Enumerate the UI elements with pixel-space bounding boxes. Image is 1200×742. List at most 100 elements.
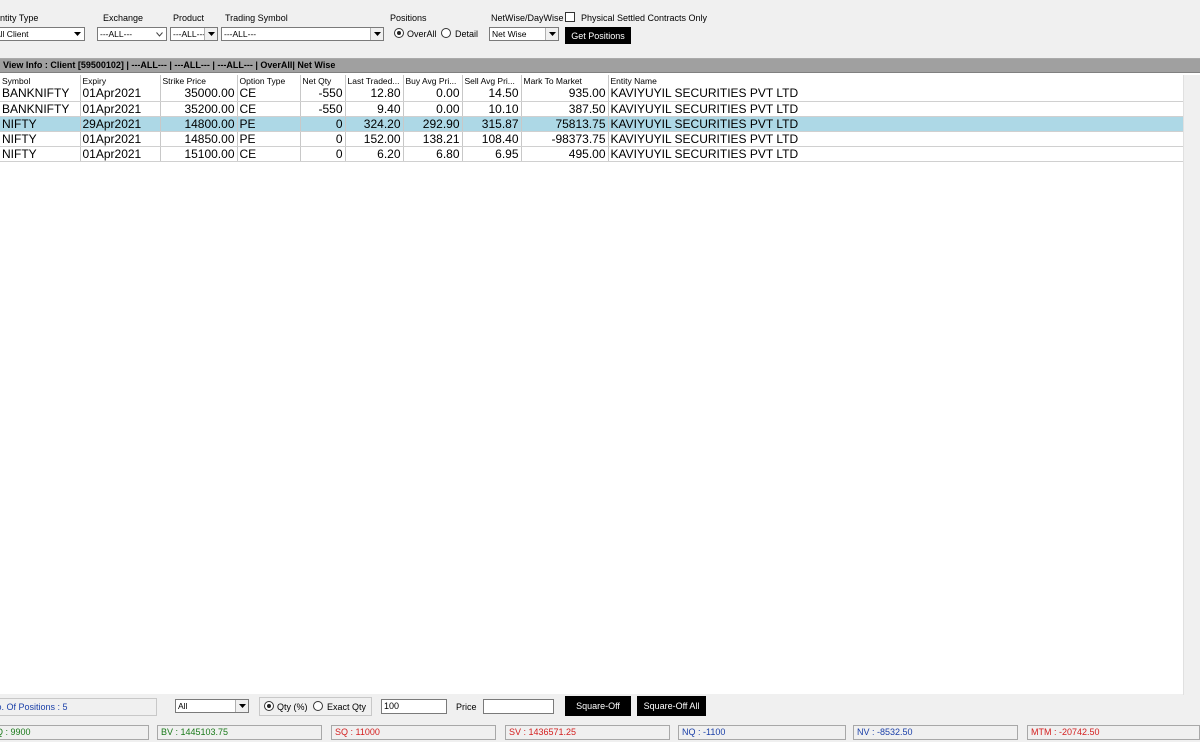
cell-sell-avg: 108.40 bbox=[462, 131, 522, 147]
col-header-option-type[interactable]: Option Type bbox=[237, 75, 301, 86]
cell-strike-price: 35200.00 bbox=[160, 101, 238, 117]
col-header-symbol[interactable]: Symbol bbox=[0, 75, 81, 86]
chevron-down-icon bbox=[153, 28, 166, 40]
cell-buy-avg: 0.00 bbox=[403, 86, 463, 102]
positions-count: No. Of Positions : 5 bbox=[0, 698, 157, 716]
trading-symbol-select[interactable]: ---ALL--- bbox=[221, 27, 384, 41]
cell-mtm: 495.00 bbox=[521, 146, 609, 162]
cell-entity-name: KAVIYUYIL SECURITIES PVT LTD bbox=[608, 86, 1184, 102]
price-input[interactable] bbox=[483, 699, 554, 714]
status-mtm: MTM : -20742.50 bbox=[1027, 725, 1200, 740]
detail-radio-label: Detail bbox=[455, 29, 479, 39]
cell-symbol: BANKNIFTY bbox=[0, 101, 81, 117]
cell-entity-name: KAVIYUYIL SECURITIES PVT LTD bbox=[608, 101, 1184, 117]
cell-expiry: 01Apr2021 bbox=[80, 131, 161, 147]
qty-input[interactable]: 100 bbox=[381, 699, 447, 714]
cell-sell-avg: 14.50 bbox=[462, 86, 522, 102]
overall-radio[interactable] bbox=[394, 28, 404, 38]
col-header-net-qty[interactable]: Net Qty bbox=[300, 75, 346, 86]
cell-buy-avg: 0.00 bbox=[403, 101, 463, 117]
entity-type-label: Entity Type bbox=[0, 13, 39, 23]
status-sq: SQ : 11000 bbox=[331, 725, 496, 740]
positions-grid: View Info : Client [59500102] | ---ALL--… bbox=[0, 58, 1200, 695]
netwise-value: Net Wise bbox=[492, 29, 527, 39]
status-sv: SV : 1436571.25 bbox=[505, 725, 670, 740]
qty-percent-radio[interactable] bbox=[264, 701, 274, 711]
netwise-select[interactable]: Net Wise bbox=[489, 27, 559, 41]
col-header-sell-avg[interactable]: Sell Avg Pri... bbox=[462, 75, 522, 86]
status-bv: BV : 1445103.75 bbox=[157, 725, 322, 740]
product-select[interactable]: ---ALL--- bbox=[170, 27, 218, 41]
physical-settled-label: Physical Settled Contracts Only bbox=[581, 13, 708, 23]
physical-settled-checkbox[interactable] bbox=[565, 12, 575, 22]
col-header-entity-name[interactable]: Entity Name bbox=[608, 75, 1184, 86]
table-row[interactable]: BANKNIFTY 01Apr2021 35000.00 CE -550 12.… bbox=[0, 86, 1184, 102]
exchange-select[interactable]: ---ALL--- bbox=[97, 27, 167, 41]
col-header-strike-price[interactable]: Strike Price bbox=[160, 75, 238, 86]
chevron-down-icon bbox=[370, 28, 383, 40]
qty-percent-label: Qty (%) bbox=[277, 702, 308, 712]
cell-strike-price: 14800.00 bbox=[160, 116, 238, 132]
chevron-down-icon bbox=[71, 28, 84, 40]
cell-last-traded: 152.00 bbox=[345, 131, 404, 147]
table-row[interactable]: NIFTY 01Apr2021 15100.00 CE 0 6.20 6.80 … bbox=[0, 146, 1184, 162]
vertical-scrollbar[interactable] bbox=[1183, 75, 1200, 695]
square-off-filter-select[interactable]: All bbox=[175, 699, 249, 713]
trading-symbol-value: ---ALL--- bbox=[224, 29, 257, 39]
trading-symbol-label: Trading Symbol bbox=[225, 13, 288, 23]
square-off-all-button[interactable]: Square-Off All bbox=[637, 696, 706, 716]
product-label: Product bbox=[173, 13, 205, 23]
price-label: Price bbox=[456, 702, 477, 712]
status-nv: NV : -8532.50 bbox=[853, 725, 1018, 740]
cell-entity-name: KAVIYUYIL SECURITIES PVT LTD bbox=[608, 131, 1184, 147]
table-row[interactable]: BANKNIFTY 01Apr2021 35200.00 CE -550 9.4… bbox=[0, 101, 1184, 117]
cell-mtm: 935.00 bbox=[521, 86, 609, 102]
table-row-selected[interactable]: NIFTY 29Apr2021 14800.00 PE 0 324.20 292… bbox=[0, 116, 1184, 132]
cell-strike-price: 35000.00 bbox=[160, 86, 238, 102]
detail-radio[interactable] bbox=[441, 28, 451, 38]
view-info-bar: View Info : Client [59500102] | ---ALL--… bbox=[0, 59, 1200, 73]
cell-net-qty: -550 bbox=[300, 86, 346, 102]
cell-mtm: 75813.75 bbox=[521, 116, 609, 132]
chevron-down-icon bbox=[204, 28, 217, 40]
square-off-filter-value: All bbox=[178, 701, 188, 711]
cell-buy-avg: 292.90 bbox=[403, 116, 463, 132]
entity-type-select[interactable]: All Client bbox=[0, 27, 85, 41]
table-row[interactable]: NIFTY 01Apr2021 14850.00 PE 0 152.00 138… bbox=[0, 131, 1184, 147]
status-bq: BQ : 9900 bbox=[0, 725, 149, 740]
cell-expiry: 01Apr2021 bbox=[80, 86, 161, 102]
exchange-label: Exchange bbox=[103, 13, 144, 23]
square-off-button[interactable]: Square-Off bbox=[565, 696, 631, 716]
cell-last-traded: 9.40 bbox=[345, 101, 404, 117]
cell-buy-avg: 6.80 bbox=[403, 146, 463, 162]
cell-expiry: 29Apr2021 bbox=[80, 116, 161, 132]
exact-qty-radio[interactable] bbox=[313, 701, 323, 711]
cell-buy-avg: 138.21 bbox=[403, 131, 463, 147]
cell-strike-price: 14850.00 bbox=[160, 131, 238, 147]
cell-entity-name: KAVIYUYIL SECURITIES PVT LTD bbox=[608, 146, 1184, 162]
cell-entity-name: KAVIYUYIL SECURITIES PVT LTD bbox=[608, 116, 1184, 132]
col-header-last-traded[interactable]: Last Traded... bbox=[345, 75, 404, 86]
cell-net-qty: 0 bbox=[300, 116, 346, 132]
cell-strike-price: 15100.00 bbox=[160, 146, 238, 162]
col-header-expiry[interactable]: Expiry bbox=[80, 75, 161, 86]
cell-option-type: PE bbox=[237, 131, 301, 147]
cell-last-traded: 12.80 bbox=[345, 86, 404, 102]
col-header-buy-avg[interactable]: Buy Avg Pri... bbox=[403, 75, 463, 86]
col-header-mtm[interactable]: Mark To Market bbox=[521, 75, 609, 86]
cell-option-type: PE bbox=[237, 116, 301, 132]
chevron-down-icon bbox=[235, 700, 248, 712]
get-positions-button[interactable]: Get Positions bbox=[565, 27, 631, 44]
cell-symbol: NIFTY bbox=[0, 146, 81, 162]
cell-symbol: NIFTY bbox=[0, 131, 81, 147]
cell-symbol: BANKNIFTY bbox=[0, 86, 81, 102]
chevron-down-icon bbox=[545, 28, 558, 40]
cell-net-qty: 0 bbox=[300, 146, 346, 162]
cell-option-type: CE bbox=[237, 146, 301, 162]
cell-sell-avg: 6.95 bbox=[462, 146, 522, 162]
netwise-label: NetWise/DayWise bbox=[491, 13, 564, 23]
cell-expiry: 01Apr2021 bbox=[80, 146, 161, 162]
cell-option-type: CE bbox=[237, 101, 301, 117]
cell-last-traded: 6.20 bbox=[345, 146, 404, 162]
cell-option-type: CE bbox=[237, 86, 301, 102]
